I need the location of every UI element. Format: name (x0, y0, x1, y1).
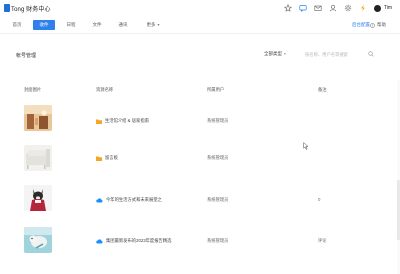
column-header-cover: 封面图片 (24, 87, 42, 92)
chevron-down-icon: ▾ (157, 22, 160, 27)
user-name[interactable]: Tim (384, 5, 392, 11)
column-header-name: 资源名称 (96, 87, 114, 92)
tab-inbox[interactable]: 收件 (33, 20, 55, 30)
user-switch-icon[interactable] (329, 4, 337, 12)
list-item[interactable]: 留言板 (96, 154, 118, 162)
tab-more[interactable]: 更多 ▾ (142, 20, 164, 30)
admin-config-link[interactable]: 后台配置 (352, 20, 370, 30)
mail-icon[interactable] (314, 4, 322, 12)
resource-name: 生活馆介绍 & 居家指南 (105, 118, 149, 123)
lightning-icon[interactable] (359, 4, 367, 12)
owner-cell: 系统管理员 (207, 238, 229, 243)
search-icon[interactable] (368, 51, 374, 57)
column-header-owner: 所属用户 (207, 87, 225, 92)
type-filter-label: 全部类型 (264, 51, 282, 56)
list-item[interactable]: 集团最新发布的2023年度报告精选 (96, 237, 171, 245)
help-icon: ? (370, 22, 375, 28)
settings-icon[interactable] (344, 4, 352, 12)
owner-cell: 系统管理员 (207, 197, 229, 202)
type-filter-dropdown[interactable]: 全部类型 ▾ (264, 51, 286, 57)
brand-title: Tong 财务中心 (11, 6, 51, 13)
tab-contacts[interactable]: 通讯 (114, 20, 132, 30)
tab-bar: 首页 收件 日程 文件 通讯 更多 ▾ 后台配置 ? 帮助 (0, 18, 400, 34)
resource-name: 今年的生活方式和未来展望之 (106, 197, 162, 202)
owner-cell: 系统管理员 (207, 118, 229, 123)
list-item[interactable]: 今年的生活方式和未来展望之 (96, 196, 162, 204)
tab-more-label: 更多 (146, 22, 156, 27)
help-link[interactable]: ? 帮助 (370, 20, 386, 30)
chat-icon[interactable] (299, 4, 307, 12)
tab-home[interactable]: 首页 (8, 20, 26, 30)
dog-photo[interactable] (24, 185, 52, 211)
notes-cell: 0 (318, 197, 321, 202)
folder-icon (96, 156, 102, 161)
white-sofa-photo[interactable] (24, 145, 52, 171)
mouse-cursor-icon (303, 142, 309, 150)
folder-icon (96, 119, 102, 124)
list-item[interactable]: 生活馆介绍 & 居家指南 (96, 117, 149, 125)
tab-files[interactable]: 文件 (88, 20, 106, 30)
top-bar: Tong 财务中心 Tim (0, 0, 400, 16)
brand-logo[interactable]: Tong 财务中心 (4, 3, 51, 13)
chevron-down-icon: ▾ (284, 52, 286, 56)
cloud-icon (96, 197, 103, 202)
avatar[interactable] (373, 4, 381, 12)
wooden-interior-photo[interactable] (24, 105, 52, 131)
resource-name: 集团最新发布的2023年度报告精选 (106, 238, 172, 243)
resource-name: 留言板 (105, 155, 118, 160)
dog-on-beach-photo[interactable] (24, 227, 52, 253)
page-title: 帐号管理 (16, 53, 37, 59)
notes-cell: 评论 (318, 238, 327, 243)
star-icon[interactable] (283, 4, 292, 12)
tab-calendar[interactable]: 日程 (62, 20, 80, 30)
brand-mark-icon (4, 4, 10, 12)
top-icon-group: Tim (283, 3, 392, 13)
help-label: 帮助 (377, 22, 386, 27)
owner-cell: 系统管理员 (207, 155, 229, 160)
column-header-notes: 备注 (318, 87, 327, 92)
search-input[interactable] (305, 50, 377, 59)
cloud-icon (96, 238, 103, 243)
